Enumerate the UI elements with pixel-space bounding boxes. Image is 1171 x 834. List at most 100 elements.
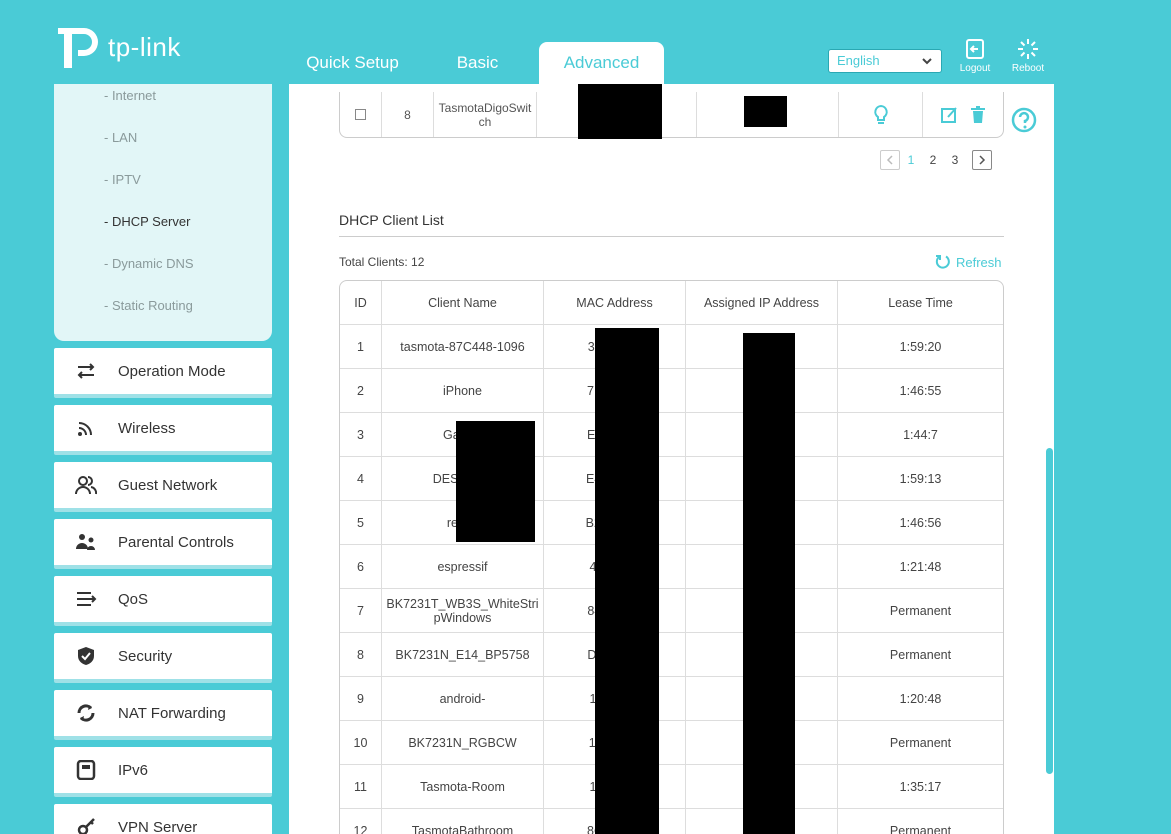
table-row: 5realmB2-AC-CF192071:46:56 bbox=[340, 501, 1003, 545]
refresh-button[interactable]: Refresh bbox=[935, 254, 1002, 270]
redaction-block bbox=[595, 328, 659, 834]
tab-advanced[interactable]: Advanced bbox=[539, 42, 664, 84]
page-3[interactable]: 3 bbox=[944, 153, 966, 167]
nat-forwarding-icon bbox=[77, 704, 95, 722]
cell-id: 11 bbox=[340, 765, 382, 809]
table-header-row: ID Client Name MAC Address Assigned IP A… bbox=[340, 281, 1003, 325]
sidebar-item-parental-controls[interactable]: Parental Controls bbox=[54, 519, 272, 569]
delete-icon[interactable] bbox=[970, 105, 986, 124]
sidebar-item-security[interactable]: Security bbox=[54, 633, 272, 683]
sidebar-item-guest-network[interactable]: Guest Network bbox=[54, 462, 272, 512]
table-row: 7BK7231T_WB3S_WhiteStripWindows84-E3-DF1… bbox=[340, 589, 1003, 633]
cell-id: 7 bbox=[340, 589, 382, 633]
sidebar-item-ipv6[interactable]: IPv6 bbox=[54, 747, 272, 797]
page-1[interactable]: 1 bbox=[900, 153, 922, 167]
reboot-label: Reboot bbox=[1011, 63, 1045, 74]
cell-id: 4 bbox=[340, 457, 382, 501]
chevron-left-icon bbox=[886, 155, 893, 165]
edit-icon[interactable] bbox=[940, 106, 958, 124]
next-page-button[interactable] bbox=[972, 150, 992, 170]
cell-lease-time: Permanent bbox=[838, 633, 1003, 677]
redaction-block bbox=[743, 333, 795, 834]
chevron-right-icon bbox=[979, 155, 986, 165]
cell-id: 6 bbox=[340, 545, 382, 589]
language-select[interactable]: English bbox=[828, 49, 942, 73]
col-client-name: Client Name bbox=[382, 281, 544, 325]
page-2[interactable]: 2 bbox=[922, 153, 944, 167]
sidebar-item-operation-mode[interactable]: Operation Mode bbox=[54, 348, 272, 398]
cell-client-name: iPhone bbox=[382, 369, 544, 413]
cell-id: 5 bbox=[340, 501, 382, 545]
sidebar-label: VPN Server bbox=[118, 818, 198, 834]
submenu-internet[interactable]: - Internet bbox=[104, 88, 156, 103]
cell-lease-time: 1:20:48 bbox=[838, 677, 1003, 721]
table-row: 9android-14-15-58192481:20:48 bbox=[340, 677, 1003, 721]
table-row: 11Tasmota-Room10-52-39192591:35:17 bbox=[340, 765, 1003, 809]
lightbulb-icon[interactable] bbox=[873, 104, 889, 126]
reservation-id: 8 bbox=[382, 92, 434, 137]
cell-lease-time: Permanent bbox=[838, 721, 1003, 765]
cell-lease-time: 1:59:13 bbox=[838, 457, 1003, 501]
sidebar-item-vpn-server[interactable]: VPN Server bbox=[54, 804, 272, 834]
cell-lease-time: 1:35:17 bbox=[838, 765, 1003, 809]
sidebar-item-qos[interactable]: QoS bbox=[54, 576, 272, 626]
wireless-icon bbox=[78, 422, 92, 436]
tp-link-logo-icon bbox=[58, 28, 98, 68]
cell-client-name: espressif bbox=[382, 545, 544, 589]
reservation-client-name: TasmotaDigoSwitch bbox=[434, 92, 537, 137]
table-row: 8BK7231N_E14_BP5758D8-1F-1E19210Permanen… bbox=[340, 633, 1003, 677]
vpn-key-icon bbox=[77, 818, 95, 834]
submenu-dynamic-dns[interactable]: - Dynamic DNS bbox=[104, 256, 194, 271]
address-reservation-row: 8 TasmotaDigoSwitch 24-15 192.55 bbox=[339, 92, 1004, 138]
cell-lease-time: 1:44:7 bbox=[838, 413, 1003, 457]
reboot-icon bbox=[1018, 39, 1038, 59]
cell-lease-time: Permanent bbox=[838, 589, 1003, 633]
tp-link-logo: tp-link bbox=[54, 22, 181, 72]
submenu-static-routing[interactable]: - Static Routing bbox=[104, 298, 193, 313]
help-icon[interactable] bbox=[1011, 107, 1037, 133]
operation-mode-icon bbox=[77, 363, 95, 379]
sidebar-label: NAT Forwarding bbox=[118, 704, 226, 722]
scrollbar-thumb[interactable] bbox=[1046, 448, 1053, 774]
submenu-lan[interactable]: - LAN bbox=[104, 130, 137, 145]
tab-basic[interactable]: Basic bbox=[430, 42, 525, 84]
refresh-label: Refresh bbox=[956, 254, 1002, 270]
cell-lease-time: 1:21:48 bbox=[838, 545, 1003, 589]
total-clients: Total Clients: 12 bbox=[339, 255, 424, 269]
sidebar-label: Wireless bbox=[118, 419, 176, 437]
logout-icon bbox=[966, 39, 984, 59]
redaction-block bbox=[578, 84, 662, 139]
cell-id: 12 bbox=[340, 809, 382, 834]
tab-quick-setup[interactable]: Quick Setup bbox=[290, 42, 415, 84]
logout-label: Logout bbox=[959, 63, 991, 74]
redaction-block bbox=[744, 96, 787, 127]
sidebar-item-wireless[interactable]: Wireless bbox=[54, 405, 272, 455]
cell-id: 9 bbox=[340, 677, 382, 721]
language-value: English bbox=[837, 53, 880, 68]
cell-client-name: BK7231T_WB3S_WhiteStripWindows bbox=[382, 589, 544, 633]
cell-lease-time: 1:46:56 bbox=[838, 501, 1003, 545]
table-row: 12TasmotaBathroom8C-AA-1919250Permanent bbox=[340, 809, 1003, 834]
cell-client-name: tasmota-87C448-1096 bbox=[382, 325, 544, 369]
network-submenu: - Internet - LAN - IPTV - DHCP Server - … bbox=[54, 84, 272, 341]
cell-id: 10 bbox=[340, 721, 382, 765]
logout-button[interactable]: Logout bbox=[953, 38, 997, 74]
cell-lease-time: 1:46:55 bbox=[838, 369, 1003, 413]
submenu-iptv[interactable]: - IPTV bbox=[104, 172, 141, 187]
col-lease-time: Lease Time bbox=[838, 281, 1003, 325]
sidebar-label: QoS bbox=[118, 590, 149, 608]
col-assigned-ip: Assigned IP Address bbox=[686, 281, 838, 325]
prev-page-button[interactable] bbox=[880, 150, 900, 170]
col-mac-address: MAC Address bbox=[544, 281, 686, 325]
qos-icon bbox=[77, 592, 97, 606]
submenu-dhcp-server[interactable]: - DHCP Server bbox=[104, 214, 190, 229]
table-row: 2iPhone7E-61-EC192581:46:55 bbox=[340, 369, 1003, 413]
table-row: 6espressif40-22-88192201:21:48 bbox=[340, 545, 1003, 589]
redaction-block bbox=[456, 421, 535, 542]
table-row: 4DESKTOPE4-B3-CC192131:59:13 bbox=[340, 457, 1003, 501]
reboot-button[interactable]: Reboot bbox=[1006, 38, 1050, 74]
sidebar-item-nat-forwarding[interactable]: NAT Forwarding bbox=[54, 690, 272, 740]
cell-client-name: Tasmota-Room bbox=[382, 765, 544, 809]
pagination: 1 2 3 bbox=[880, 150, 992, 170]
row-checkbox[interactable] bbox=[355, 109, 366, 120]
